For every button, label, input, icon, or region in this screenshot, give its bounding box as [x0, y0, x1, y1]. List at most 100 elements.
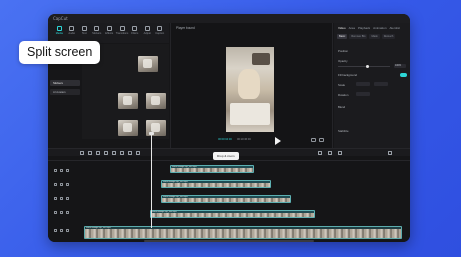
main-track-clip[interactable]: Stock footage clip_005.mp4	[84, 226, 402, 239]
tab-area[interactable]: Area	[349, 26, 355, 30]
link-icon[interactable]	[328, 151, 332, 155]
track-controls	[54, 211, 69, 214]
video-preview[interactable]	[226, 47, 274, 132]
slider-handle[interactable]	[366, 65, 369, 68]
play-icon[interactable]	[275, 137, 281, 145]
stabilize-label: Stabilize	[338, 129, 349, 133]
media-thumbnail[interactable]	[146, 93, 166, 109]
delete-icon[interactable]	[112, 151, 116, 155]
media-icon	[56, 26, 62, 31]
preview-hand	[238, 69, 260, 99]
timeline-scrollbar[interactable]	[144, 240, 314, 242]
scale-x-field[interactable]	[356, 82, 370, 86]
scale-y-field[interactable]	[374, 82, 388, 86]
lock-icon[interactable]	[54, 229, 57, 232]
timeline: Stock footage clip_001.mp4 Stock footage…	[48, 156, 410, 242]
sidebar-item-ai-avatars[interactable]: AI Avatars	[50, 89, 80, 95]
adjust-icon	[144, 26, 150, 31]
eye-icon[interactable]	[60, 229, 63, 232]
subtab-mask[interactable]: Mask	[369, 34, 380, 39]
inspector-subtabs: Basic Remove BG Mask Retouch	[334, 30, 410, 39]
media-thumbnail[interactable]	[118, 120, 138, 136]
audio-icon[interactable]	[66, 211, 69, 214]
menu-bar: CapCut	[48, 14, 410, 23]
subtab-basic[interactable]: Basic	[337, 34, 348, 39]
opacity-label: Opacity	[338, 59, 348, 63]
scale-label: Scale	[338, 83, 345, 87]
rotation-field[interactable]	[356, 92, 370, 96]
toolbar-item-effects[interactable]: Effects	[104, 26, 115, 43]
rotation-label: Rotation	[338, 93, 349, 97]
toolbar-item-filters[interactable]: Filters	[130, 26, 141, 43]
inspector-tabs: Video Area Playback Animation Alembic	[334, 23, 410, 30]
lock-icon[interactable]	[54, 197, 57, 200]
app-logo: CapCut	[53, 16, 68, 21]
blend-label: Blend	[338, 105, 346, 109]
audio-icon[interactable]	[66, 183, 69, 186]
clip-frames	[162, 183, 270, 187]
subtab-remove-bg[interactable]: Remove BG	[349, 34, 368, 39]
filters-icon	[132, 26, 138, 31]
preview-object	[252, 53, 270, 65]
rotate-icon[interactable]	[136, 151, 140, 155]
undo-icon[interactable]	[88, 151, 92, 155]
media-thumbnail[interactable]	[138, 56, 158, 72]
lock-icon[interactable]	[54, 211, 57, 214]
opacity-value[interactable]: 100%	[394, 64, 406, 68]
subtab-retouch[interactable]: Retouch	[381, 34, 396, 39]
eye-icon[interactable]	[60, 169, 63, 172]
split-icon[interactable]	[104, 151, 108, 155]
feature-callout: Split screen	[19, 41, 101, 64]
sticker-icon	[94, 26, 100, 31]
lock-icon[interactable]	[54, 183, 57, 186]
timeline-clip[interactable]: Stock footage clip_001.mp4	[170, 165, 254, 173]
ratio-icon[interactable]	[311, 138, 316, 142]
toolbar-item-adjust[interactable]: Adjust	[142, 26, 153, 43]
media-thumbnail[interactable]	[118, 93, 138, 109]
transitions-icon	[119, 26, 125, 31]
sidebar-item-stickers[interactable]: Stickers	[50, 80, 80, 86]
audio-icon	[69, 26, 75, 31]
audio-icon[interactable]	[66, 169, 69, 172]
timeline-clip[interactable]: Stock footage clip_002.mp4	[161, 180, 271, 188]
opacity-slider[interactable]	[338, 65, 390, 68]
timeline-clip[interactable]: Stock footage clip_003.mp4	[161, 195, 291, 203]
select-icon[interactable]	[80, 151, 84, 155]
track-controls	[54, 169, 69, 172]
position-label: Position	[338, 49, 348, 53]
playhead[interactable]	[149, 132, 154, 228]
toolbar-item-caption[interactable]: Caption	[155, 26, 166, 43]
mirror-icon[interactable]	[128, 151, 132, 155]
caption-icon	[157, 26, 163, 31]
crop-icon[interactable]	[120, 151, 124, 155]
clip-frames	[85, 229, 401, 238]
fullscreen-icon[interactable]	[319, 138, 324, 142]
mic-icon[interactable]	[318, 151, 322, 155]
background-label: Fill background	[338, 73, 357, 77]
redo-icon[interactable]	[96, 151, 100, 155]
track-controls	[54, 229, 69, 232]
inspector-panel: Video Area Playback Animation Alembic Ba…	[334, 23, 410, 148]
track-controls	[54, 197, 69, 200]
asset-toolbar: Media Audio Text Stickers Effects Transi…	[48, 23, 169, 43]
audio-icon[interactable]	[66, 197, 69, 200]
eye-icon[interactable]	[60, 183, 63, 186]
lock-icon[interactable]	[54, 169, 57, 172]
tab-video[interactable]: Video	[338, 26, 346, 30]
toolbar-item-transitions[interactable]: Transitions	[116, 26, 128, 43]
snap-icon[interactable]	[338, 151, 342, 155]
timeline-clip[interactable]: Stock footage clip_004.mp4	[150, 210, 315, 218]
background-toggle[interactable]	[400, 73, 407, 77]
eye-icon[interactable]	[60, 211, 63, 214]
total-duration: 00:10:36:03	[237, 138, 251, 141]
tab-animation[interactable]: Animation	[373, 26, 386, 30]
zoom-icon[interactable]	[388, 151, 392, 155]
editor-window: CapCut Media Audio Text Stickers Effects…	[48, 14, 410, 242]
clip-frames	[151, 213, 314, 217]
clip-frames	[171, 168, 253, 172]
tab-alembic[interactable]: Alembic	[390, 26, 401, 30]
eye-icon[interactable]	[60, 197, 63, 200]
tab-playback[interactable]: Playback	[358, 26, 370, 30]
audio-icon[interactable]	[66, 229, 69, 232]
player-controls: 00:00:04:03 00:10:36:03	[171, 137, 332, 148]
